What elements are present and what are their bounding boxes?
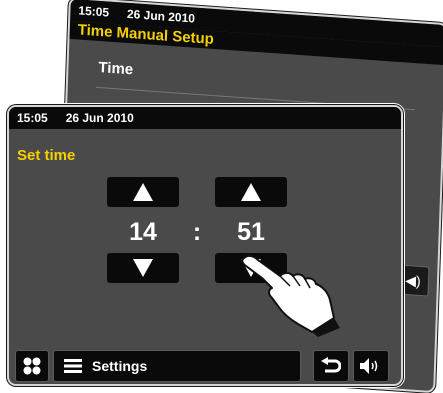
volume-icon (360, 358, 378, 374)
time-separator: : (192, 218, 202, 246)
status-date: 26 Jun 2010 (65, 111, 134, 125)
up-arrow-icon (133, 183, 153, 201)
down-arrow-icon (133, 259, 153, 277)
status-time: 15:05 (17, 111, 48, 125)
page-title: Set time (17, 147, 76, 164)
hour-down-button[interactable] (107, 253, 179, 283)
menu-item-time[interactable]: Time (98, 59, 133, 78)
bottom-bar: Settings (9, 342, 401, 384)
back-button[interactable] (313, 350, 349, 382)
settings-button[interactable]: Settings (53, 350, 301, 382)
hour-up-button[interactable] (107, 177, 179, 207)
up-arrow-icon (241, 183, 261, 201)
menu-icon (64, 359, 82, 373)
grid-icon (23, 357, 41, 375)
settings-label: Settings (92, 358, 148, 374)
volume-icon: ◀) (405, 271, 421, 290)
front-screen: 15:05 26 Jun 2010 Set time 14 : 51 Settin… (7, 105, 403, 386)
hour-value: 14 (129, 218, 157, 246)
volume-button[interactable] (353, 350, 389, 382)
back-icon (321, 357, 341, 373)
minute-value: 51 (237, 218, 265, 246)
hand-pointer-icon (241, 254, 340, 337)
status-date: 26 Jun 2010 (126, 6, 196, 26)
minute-up-button[interactable] (215, 177, 287, 207)
grid-button[interactable] (15, 350, 49, 382)
status-bar: 15:05 26 Jun 2010 (9, 107, 401, 129)
status-time: 15:05 (78, 3, 110, 20)
